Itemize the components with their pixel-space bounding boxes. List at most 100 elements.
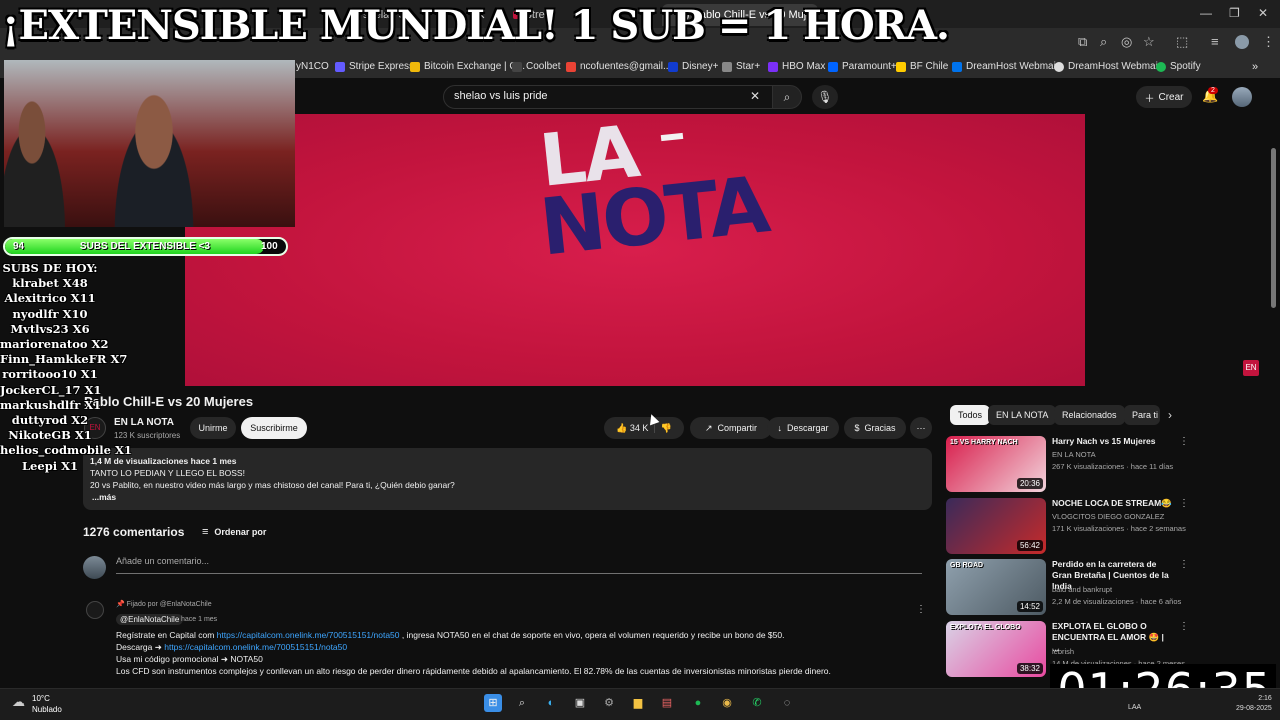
minimize-icon[interactable]: —	[1200, 6, 1212, 20]
subs-goal: 100	[261, 241, 278, 252]
dislike-button[interactable]: 👎	[661, 423, 672, 434]
recommendation-menu-icon[interactable]: ⋮	[1179, 498, 1189, 509]
bookmark-item[interactable]: BF Chile	[896, 61, 948, 72]
search-input[interactable]: shelao vs luis pride	[443, 85, 773, 109]
bookmark-item[interactable]: Disney+	[668, 61, 718, 72]
share-button[interactable]: ↗ Compartir	[690, 417, 772, 439]
comment-menu-icon[interactable]: ⋮	[916, 604, 926, 615]
recommendation-menu-icon[interactable]: ⋮	[1179, 621, 1189, 632]
bookmark-item[interactable]: Paramount+	[828, 61, 897, 72]
bookmark-item[interactable]: HBO Max	[768, 61, 825, 72]
bookmark-item[interactable]: Spotify	[1156, 61, 1201, 72]
clear-search-icon[interactable]: ✕	[750, 89, 760, 103]
settings-icon[interactable]: ⚙	[600, 694, 618, 712]
store-icon[interactable]: ▣	[571, 694, 589, 712]
edge-icon[interactable]: ◐	[542, 694, 560, 712]
bookmark-item[interactable]: Stripe Express	[335, 61, 414, 72]
bookmark-item[interactable]: DreamHost Webmai...	[952, 61, 1064, 72]
subs-list-item: klrabet X48	[12, 276, 88, 291]
description-more[interactable]: ...más	[90, 491, 925, 503]
comment-link[interactable]: https://capitalcom.onelink.me/700515151/…	[164, 642, 347, 652]
channel-name[interactable]: EN LA NOTA	[114, 417, 174, 428]
reading-list-icon[interactable]: ≡	[1211, 34, 1219, 49]
tray-language[interactable]: LAA	[1128, 704, 1141, 711]
video-thumbnail[interactable]: EXPLOTA EL GLOBO 38:32	[946, 621, 1046, 677]
recommendation-menu-icon[interactable]: ⋮	[1179, 436, 1189, 447]
taskbar-clock[interactable]: 2:16 29-08-2025	[1236, 694, 1272, 714]
search-button[interactable]: ⌕	[772, 85, 802, 109]
recommendation-channel[interactable]: bald and bankrupt	[1052, 585, 1112, 594]
start-icon[interactable]: ⊞	[484, 694, 502, 712]
chip-en-la-nota[interactable]: EN LA NOTA	[988, 405, 1057, 425]
recommendation-item[interactable]: 56:42 NOCHE LOCA DE STREAM😂 VLOGCITOS DIEG…	[946, 498, 1189, 554]
comment-author-avatar[interactable]	[86, 601, 104, 619]
install-app-icon[interactable]: ⧉	[1078, 34, 1087, 50]
recommendation-menu-icon[interactable]: ⋮	[1179, 559, 1189, 570]
recommendation-channel[interactable]: EN LA NOTA	[1052, 450, 1096, 459]
like-button[interactable]: 👍 34 K	[616, 423, 648, 434]
video-player[interactable]: LA NOTA	[185, 114, 1085, 386]
subscribe-button[interactable]: Suscribirme	[241, 417, 307, 439]
spotify-icon[interactable]: ●	[689, 694, 707, 712]
whatsapp-icon[interactable]: ✆	[748, 694, 766, 712]
bookmark-item[interactable]: Star+	[722, 61, 760, 72]
avatar[interactable]	[1232, 87, 1252, 107]
close-window-icon[interactable]: ✕	[1258, 6, 1268, 20]
page-scrollbar[interactable]	[1271, 148, 1276, 308]
description-box[interactable]: 1,4 M de visualizaciones hace 1 mes TANT…	[83, 448, 932, 510]
bookmark-item[interactable]: Coolbet	[512, 61, 560, 72]
chevron-right-icon[interactable]: ›	[1168, 408, 1172, 422]
subs-list-item: JockerCL_17 X1	[0, 382, 102, 397]
bookmark-item[interactable]: DreamHost Webmai...	[1054, 61, 1166, 72]
recommendation-channel[interactable]: VLOGCITOS DIEGO GONZALEZ	[1052, 512, 1164, 521]
channel-watermark-icon[interactable]: EN	[1243, 360, 1259, 376]
voice-search-button[interactable]: 🎙	[812, 85, 838, 109]
chip-relacionados[interactable]: Relacionados	[1054, 405, 1125, 425]
hide-icon[interactable]: ◎	[1121, 34, 1132, 50]
comment-author-handle[interactable]: @EnlaNotaChile	[116, 614, 184, 625]
zoom-icon[interactable]: ⌕	[1100, 34, 1107, 50]
video-thumbnail[interactable]: GB ROAD 14:52	[946, 559, 1046, 615]
bookmark-item[interactable]: yN1CO	[296, 61, 329, 72]
comment-link[interactable]: https://capitalcom.onelink.me/700515151/…	[217, 630, 400, 640]
thanks-button[interactable]: $ Gracias	[844, 417, 906, 439]
browser-menu-icon[interactable]: ⋮	[1262, 34, 1275, 50]
app-icon[interactable]: ◌	[778, 694, 796, 712]
recommendation-item[interactable]: 15 VS HARRY NACH 20:36 Harry Nach vs 15 Mu…	[946, 436, 1189, 492]
bookmark-item[interactable]: Bitcoin Exchange | C...	[410, 61, 525, 72]
recommendation-title[interactable]: Harry Nach vs 15 Mujeres	[1052, 436, 1172, 447]
video-thumbnail[interactable]: 15 VS HARRY NACH 20:36	[946, 436, 1046, 492]
join-button[interactable]: Unirme	[190, 417, 236, 439]
more-actions-button[interactable]: ⋯	[910, 417, 932, 439]
recommendation-channel[interactable]: lebrish	[1052, 647, 1074, 656]
download-label: Descargar	[786, 423, 829, 433]
chip-todos[interactable]: Todos	[950, 405, 991, 425]
folder-icon[interactable]: ▆	[629, 694, 647, 712]
recommendation-item[interactable]: GB ROAD 14:52 Perdido en la carretera de G…	[946, 559, 1189, 615]
app-icon[interactable]: ▤	[658, 694, 676, 712]
weather-desc: Nublado	[32, 705, 62, 714]
video-thumbnail[interactable]: 56:42	[946, 498, 1046, 554]
download-button[interactable]: ↓ Descargar	[767, 417, 839, 439]
profile-avatar[interactable]	[1235, 35, 1249, 49]
weather-widget[interactable]: 10°C Nublado	[32, 693, 62, 715]
subs-list-item: SUBS DE HOY:	[2, 261, 98, 275]
create-button[interactable]: ＋ Crear	[1136, 86, 1192, 108]
plus-icon: ＋	[1144, 93, 1155, 105]
bookmark-star-icon[interactable]: ☆	[1143, 34, 1155, 50]
recommendation-title[interactable]: NOCHE LOCA DE STREAM😂	[1052, 498, 1172, 509]
more-bookmarks-icon[interactable]: »	[1252, 61, 1258, 73]
subs-label: SUBS DEL EXTENSIBLE <3	[79, 241, 211, 252]
chrome-icon[interactable]: ◉	[718, 694, 736, 712]
description-line: TANTO LO PEDIAN Y LLEGO EL BOSS!	[90, 468, 245, 478]
sort-comments-button[interactable]: ≡ Ordenar por	[202, 526, 266, 538]
weather-icon[interactable]: ☁	[12, 694, 25, 710]
pinned-label: 📌 Fijado por @EnlaNotaChile	[116, 601, 212, 608]
restore-icon[interactable]: ❐	[1229, 6, 1240, 20]
comment-input[interactable]: Añade un comentario...	[116, 556, 922, 574]
chip-para-ti[interactable]: Para ti	[1124, 405, 1160, 425]
stream-overlay-title: ¡EXTENSIBLE MUNDIAL! 1 SUB = 1 HORA.	[2, 2, 950, 49]
search-icon[interactable]: ⌕	[513, 694, 531, 712]
bookmark-item[interactable]: ncofuentes@gmail....	[566, 61, 674, 72]
extensions-icon[interactable]: ⬚	[1176, 34, 1188, 50]
